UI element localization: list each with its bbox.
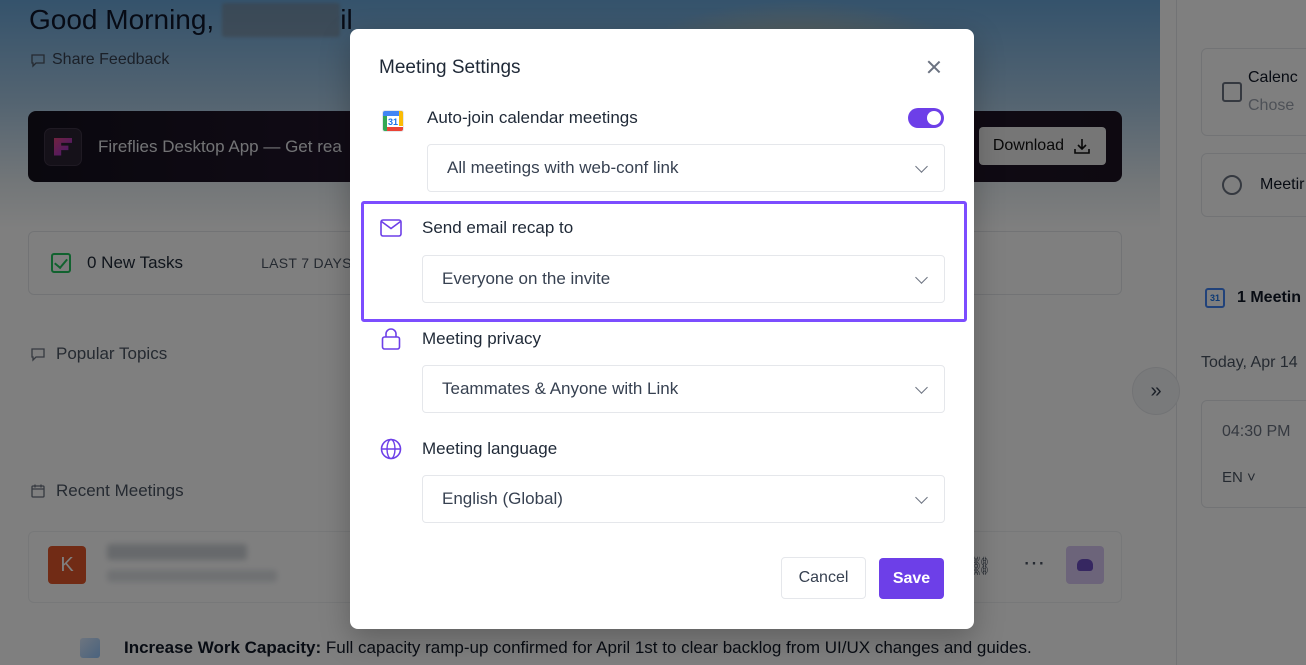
- save-button[interactable]: Save: [879, 558, 944, 599]
- auto-join-select[interactable]: All meetings with web-conf link: [427, 144, 945, 192]
- mail-icon: [379, 216, 403, 240]
- privacy-label: Meeting privacy: [422, 329, 542, 348]
- privacy-value: Teammates & Anyone with Link: [442, 379, 679, 398]
- close-icon[interactable]: [923, 56, 945, 78]
- cancel-button[interactable]: Cancel: [781, 557, 866, 599]
- chevron-down-icon: [915, 160, 928, 173]
- auto-join-toggle[interactable]: [908, 108, 944, 128]
- lock-icon: [379, 327, 403, 351]
- language-label: Meeting language: [422, 439, 558, 458]
- language-select[interactable]: English (Global): [422, 475, 945, 523]
- email-recap-select[interactable]: Everyone on the invite: [422, 255, 945, 303]
- globe-icon: [379, 437, 403, 461]
- meeting-settings-modal: Meeting Settings 31 Auto-join calendar m…: [350, 29, 974, 629]
- modal-title: Meeting Settings: [379, 57, 521, 78]
- language-value: English (Global): [442, 489, 563, 508]
- privacy-select[interactable]: Teammates & Anyone with Link: [422, 365, 945, 413]
- chevron-down-icon: [915, 271, 928, 284]
- email-recap-label: Send email recap to: [422, 218, 574, 237]
- auto-join-value: All meetings with web-conf link: [447, 158, 679, 177]
- google-calendar-icon: 31: [381, 109, 405, 133]
- auto-join-label: Auto-join calendar meetings: [427, 108, 638, 127]
- chevron-down-icon: [915, 381, 928, 394]
- email-recap-value: Everyone on the invite: [442, 269, 611, 288]
- chevron-down-icon: [915, 491, 928, 504]
